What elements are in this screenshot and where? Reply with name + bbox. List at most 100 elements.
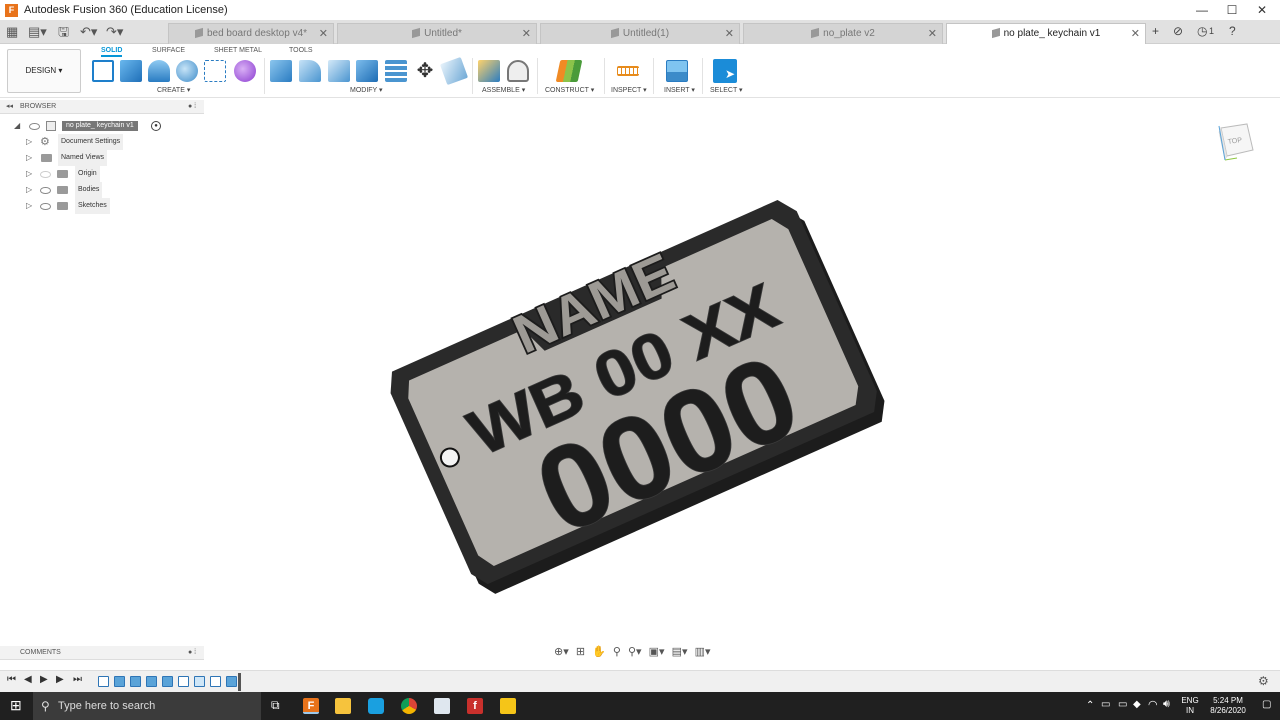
tab-solid[interactable]: SOLID (101, 47, 123, 57)
expand-triangle-icon[interactable]: ▷ (26, 166, 32, 182)
panel-options-icon[interactable]: ● ⁞ (188, 646, 196, 660)
tab-untitled-1[interactable]: Untitled(1) ✕ (540, 23, 740, 44)
orbit-icon[interactable]: ⊕▾ (554, 646, 569, 658)
create-sketch-icon[interactable] (92, 60, 114, 82)
press-pull-icon[interactable] (270, 60, 292, 82)
new-component-icon[interactable] (478, 60, 500, 82)
browser-item-named-views[interactable]: ▷ Named Views (0, 150, 204, 166)
timeline-fillet-feature[interactable] (194, 676, 205, 687)
chrome-icon[interactable] (401, 698, 417, 714)
chamfer-icon[interactable] (328, 60, 350, 82)
timeline-extrude-feature[interactable] (146, 676, 157, 687)
visibility-eye-icon[interactable] (40, 187, 51, 194)
display-settings-icon[interactable]: ▣▾ (649, 646, 665, 658)
tab-no-plate-v2[interactable]: no_plate v2 ✕ (743, 23, 943, 44)
timeline-sketch-feature[interactable] (98, 676, 109, 687)
timeline-settings-gear-icon[interactable]: ⚙ (1258, 674, 1269, 688)
create-group-label[interactable]: CREATE ▾ (157, 86, 190, 94)
measure-icon[interactable] (617, 66, 639, 76)
browser-panel-header[interactable]: ◂◂ BROWSER ● ⁞ (0, 100, 204, 114)
new-tab-button[interactable]: + (1152, 24, 1159, 38)
insert-image-icon[interactable] (666, 60, 688, 82)
play-icon[interactable]: ▶ (40, 674, 48, 685)
timeline-sketch-feature[interactable] (210, 676, 221, 687)
viewcube[interactable]: TOP (1213, 120, 1257, 164)
collapse-panel-icon[interactable]: ◂◂ (6, 100, 13, 114)
pattern-icon[interactable] (204, 60, 226, 82)
visibility-eye-icon[interactable] (40, 203, 51, 210)
tab-surface[interactable]: SURFACE (152, 47, 185, 54)
browser-root-node[interactable]: ◢ no plate_ keychain v1 ● (0, 118, 204, 134)
tab-untitled[interactable]: Untitled* ✕ (337, 23, 537, 44)
modify-group-label[interactable]: MODIFY ▾ (350, 86, 383, 94)
sticky-notes-icon[interactable] (500, 698, 516, 714)
maximize-button[interactable]: ☐ (1216, 0, 1248, 20)
browser-item-sketches[interactable]: ▷ Sketches (0, 198, 204, 214)
timeline-extrude-feature[interactable] (130, 676, 141, 687)
expand-triangle-icon[interactable]: ▷ (26, 198, 32, 214)
undo-icon[interactable]: ↶▾ (80, 24, 97, 40)
fusion360-taskbar-icon[interactable]: F (303, 698, 319, 714)
data-panel-grid-icon[interactable]: ▦ (6, 24, 18, 40)
visibility-eye-icon[interactable] (40, 171, 51, 178)
panel-options-icon[interactable]: ● ⁞ (188, 100, 196, 114)
fit-zoom-icon[interactable]: ⚲▾ (628, 646, 642, 658)
step-forward-icon[interactable]: ▶ (56, 674, 64, 685)
close-window-button[interactable]: ✕ (1246, 0, 1278, 20)
look-at-icon[interactable]: ⊞ (576, 646, 585, 658)
offset-plane-icon[interactable] (555, 60, 583, 82)
job-status-icon[interactable]: ◷ (1197, 24, 1207, 38)
select-group-label[interactable]: SELECT ▾ (710, 86, 743, 94)
file-menu-icon[interactable]: ▤▾ (28, 24, 47, 40)
workspace-switcher[interactable]: DESIGN ▾ (7, 49, 81, 93)
shell-icon[interactable] (356, 60, 378, 82)
device-icon[interactable]: ▭ (1118, 699, 1127, 710)
inspect-group-label[interactable]: INSPECT ▾ (611, 86, 647, 94)
erase-icon[interactable] (439, 56, 469, 86)
form-icon[interactable] (234, 60, 256, 82)
close-tab-icon[interactable]: ✕ (928, 24, 937, 44)
joint-icon[interactable] (507, 60, 529, 82)
comments-panel-header[interactable]: COMMENTS ● ⁞ (0, 646, 204, 660)
go-to-end-icon[interactable]: ⏭ (73, 674, 82, 685)
pan-hand-icon[interactable]: ✋ (592, 646, 606, 658)
snipping-tool-icon[interactable] (434, 698, 450, 714)
viewports-icon[interactable]: ▥▾ (695, 646, 711, 658)
expand-triangle-icon[interactable]: ▷ (26, 150, 32, 166)
fillet-icon[interactable] (299, 60, 321, 82)
minimize-button[interactable]: — (1186, 0, 1218, 20)
extensions-icon[interactable]: ⊘ (1173, 24, 1183, 38)
collapse-triangle-icon[interactable]: ◢ (14, 118, 20, 134)
keychain-model-viewport[interactable]: NAME WB 00 XX 0000 (360, 180, 900, 600)
tab-bed-board-desktop[interactable]: bed board desktop v4* ✕ (168, 23, 334, 44)
move-copy-icon[interactable]: ✥ (414, 60, 436, 82)
activate-radio-icon[interactable]: ● (151, 121, 161, 131)
tray-overflow-icon[interactable]: ⌃ (1086, 700, 1094, 711)
dropbox-icon[interactable]: ◆ (1133, 699, 1141, 710)
browser-item-bodies[interactable]: ▷ Bodies (0, 182, 204, 198)
browser-item-origin[interactable]: ▷ Origin (0, 166, 204, 182)
file-explorer-icon[interactable] (335, 698, 351, 714)
timeline-sketch-feature[interactable] (178, 676, 189, 687)
timeline-marker[interactable] (238, 673, 241, 691)
zoom-icon[interactable]: ⚲ (613, 646, 621, 658)
tab-no-plate-keychain[interactable]: no plate_ keychain v1 ✕ (946, 23, 1146, 44)
go-to-start-icon[interactable]: ⏮ (7, 674, 16, 685)
expand-triangle-icon[interactable]: ▷ (26, 134, 32, 150)
insert-group-label[interactable]: INSERT ▾ (664, 86, 695, 94)
foxit-reader-icon[interactable]: f (467, 698, 483, 714)
help-icon[interactable]: ? (1229, 24, 1236, 38)
battery-icon[interactable]: ▭ (1101, 699, 1110, 710)
hole-icon[interactable] (176, 60, 198, 82)
split-body-icon[interactable] (385, 60, 407, 82)
close-tab-icon[interactable]: ✕ (522, 24, 531, 44)
timeline-extrude-feature[interactable] (226, 676, 237, 687)
assemble-group-label[interactable]: ASSEMBLE ▾ (482, 86, 525, 94)
close-tab-icon[interactable]: ✕ (1131, 24, 1140, 44)
volume-icon[interactable]: 🔊︎ (1163, 698, 1170, 711)
timeline-extrude-feature[interactable] (114, 676, 125, 687)
browser-item-document-settings[interactable]: ▷ ⚙ Document Settings (0, 134, 204, 150)
construct-group-label[interactable]: CONSTRUCT ▾ (545, 86, 594, 94)
revolve-icon[interactable] (148, 60, 170, 82)
grid-settings-icon[interactable]: ▤▾ (672, 646, 688, 658)
